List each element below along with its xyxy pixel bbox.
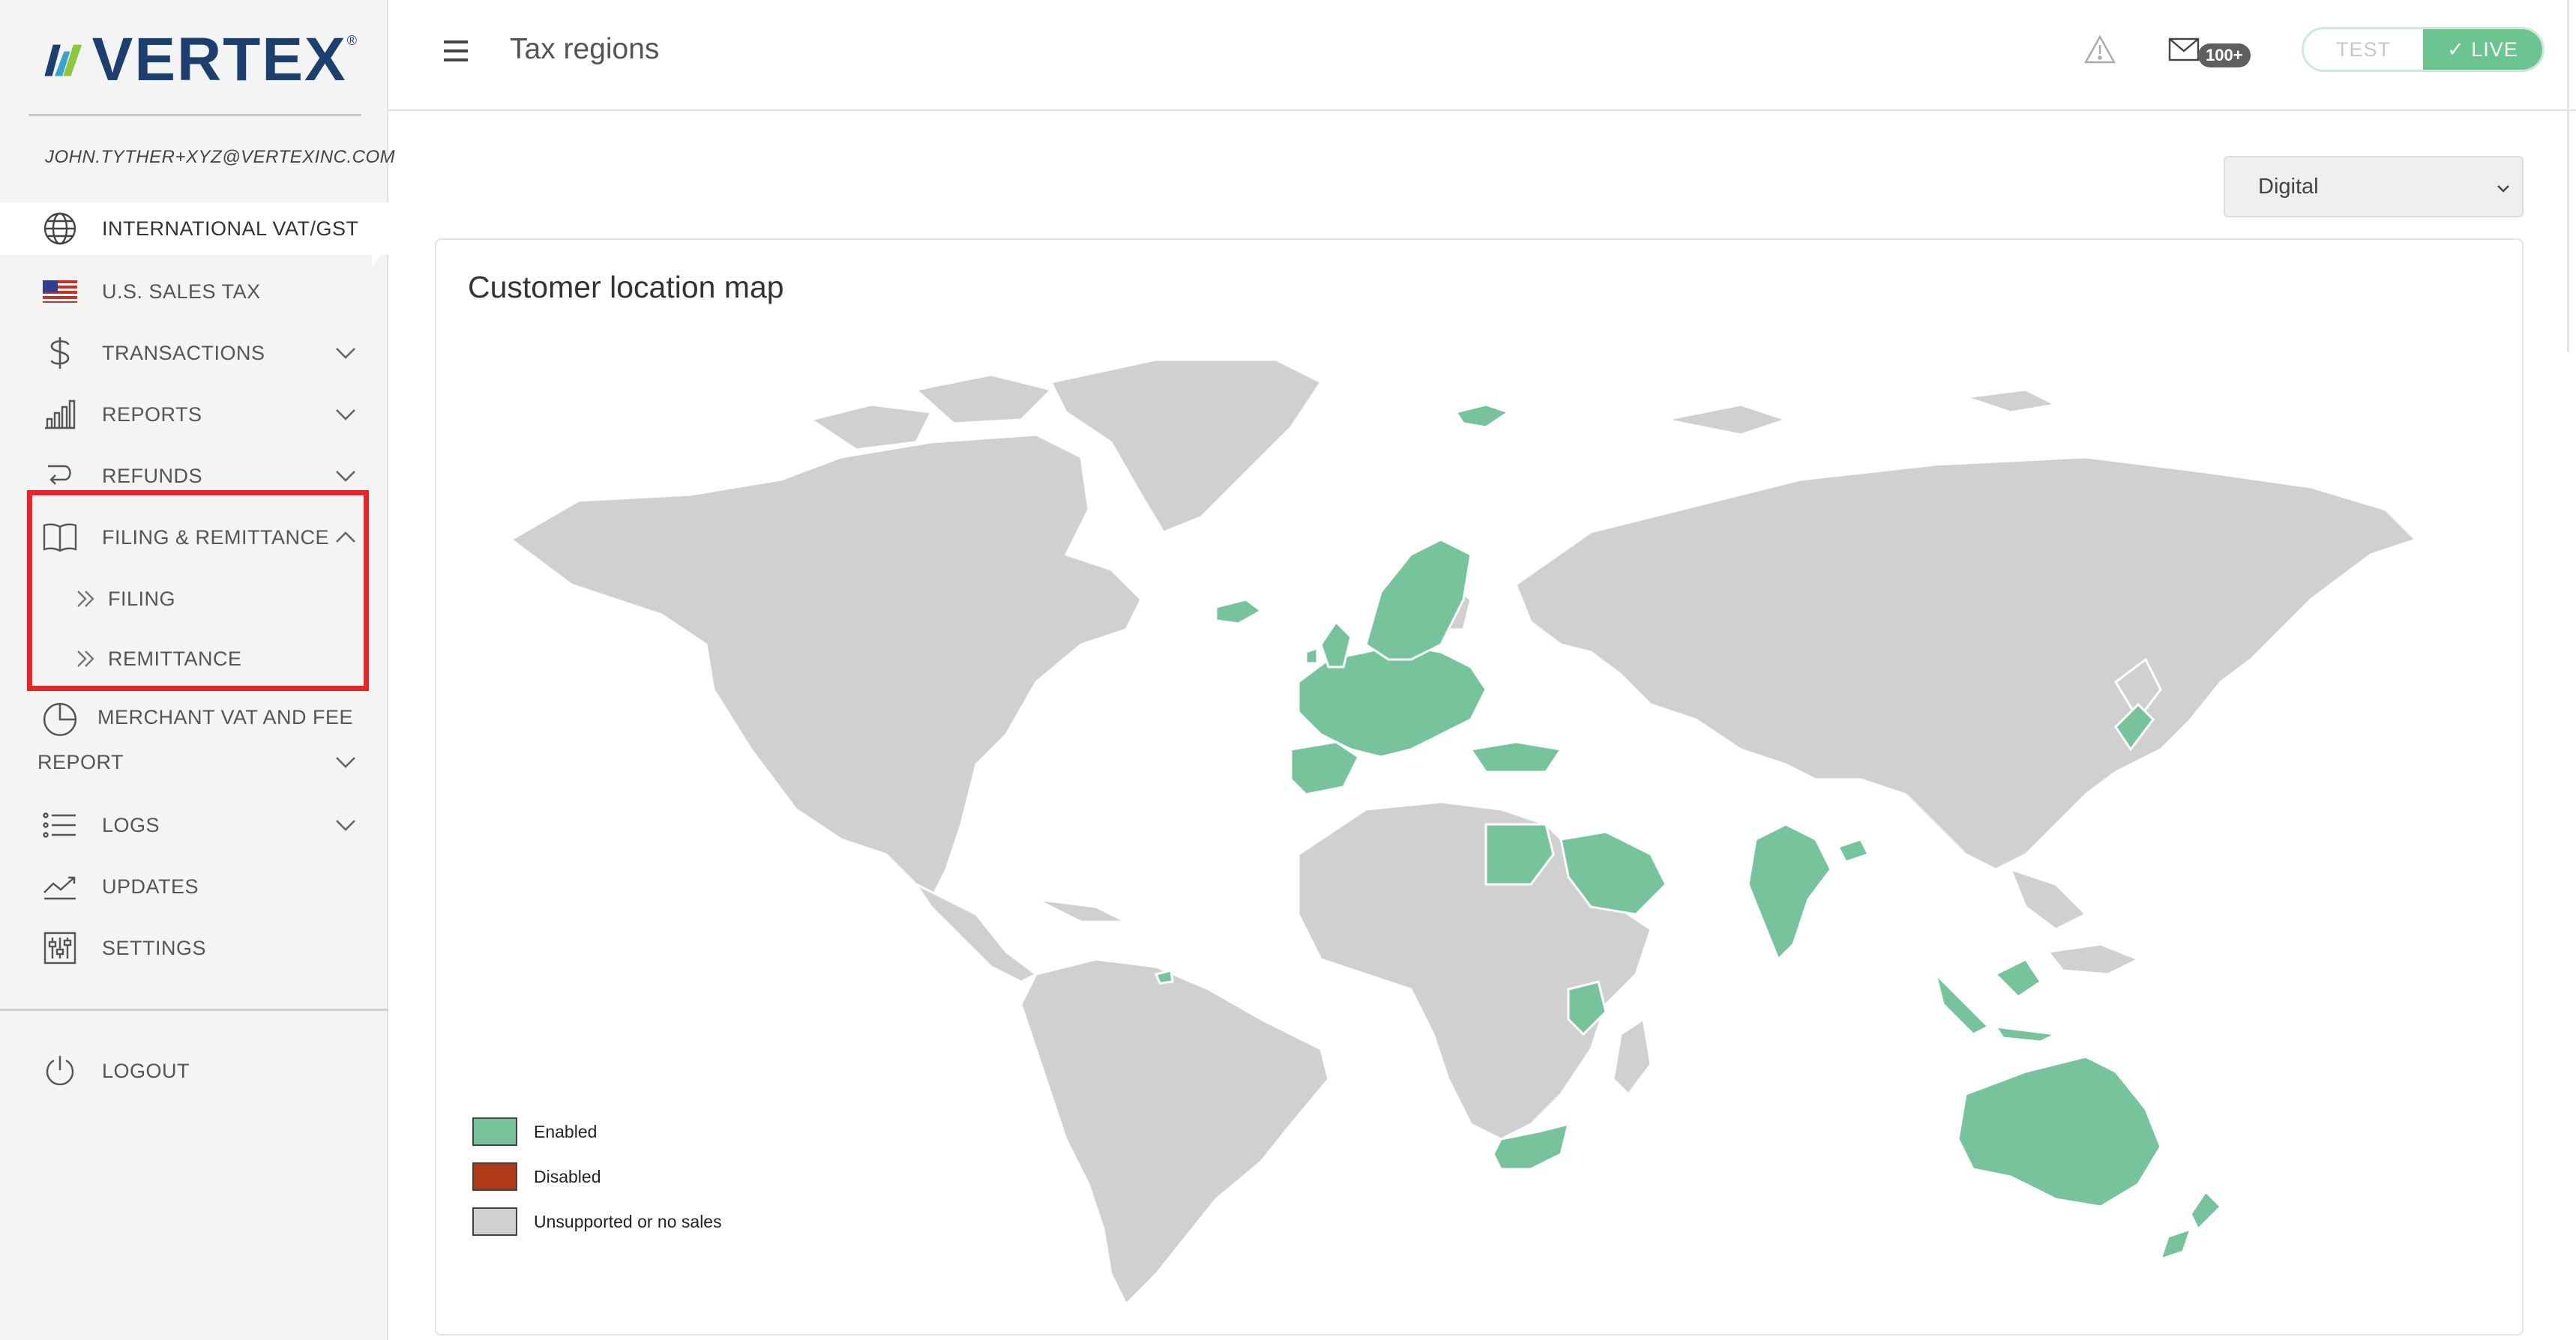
sidebar-item-merchant-vat-report[interactable]: MERCHANT VAT AND FEE REPORT: [0, 695, 388, 785]
env-live-button[interactable]: ✓ LIVE: [2423, 29, 2542, 70]
sidebar-subitem-label: FILING: [108, 587, 176, 610]
legend-swatch-disabled: [472, 1162, 517, 1191]
trend-up-icon: [42, 869, 78, 905]
south-america[interactable]: [1020, 958, 1330, 1304]
vertex-logo-mark-icon: [44, 44, 82, 76]
chevron-up-icon: [336, 531, 355, 543]
legend-item-unsupported: Unsupported or no sales: [472, 1205, 847, 1238]
sidebar-subitem-label: REMITTANCE: [108, 647, 242, 670]
customer-location-map-card: Customer location map Enabled Disabled U…: [435, 238, 2524, 1336]
sidebar-item-refunds[interactable]: REFUNDS: [0, 450, 388, 502]
double-chevron-right-icon: [77, 591, 94, 607]
globe-icon: [42, 211, 78, 247]
sidebar-item-updates[interactable]: UPDATES: [0, 860, 388, 913]
legend-swatch-unsupported: [472, 1207, 517, 1236]
sidebar-divider: [0, 1009, 388, 1011]
chevron-down-icon: [2497, 185, 2509, 193]
sidebar-item-international-vat[interactable]: INTERNATIONAL VAT/GST: [0, 202, 388, 255]
vertex-logo[interactable]: VERTEX ®: [42, 22, 357, 97]
logo-wordmark: VERTEX: [91, 25, 347, 94]
chevron-down-icon: [336, 820, 355, 831]
sidebar-item-label: INTERNATIONAL VAT/GST: [102, 217, 359, 240]
double-chevron-right-icon: [77, 651, 94, 667]
sidebar-item-settings[interactable]: SETTINGS: [0, 922, 388, 974]
sidebar-subitem-filing[interactable]: FILING: [0, 573, 388, 625]
sidebar-item-label: LOGS: [102, 813, 160, 836]
asia[interactable]: [1514, 456, 2418, 871]
sidebar-item-label: U.S. SALES TAX: [102, 280, 261, 303]
warning-icon[interactable]: [2084, 34, 2116, 64]
chevron-down-icon: [336, 348, 355, 359]
sidebar-item-label: UPDATES: [102, 875, 199, 898]
card-title: Customer location map: [468, 270, 784, 304]
sidebar-item-reports[interactable]: REPORTS: [0, 388, 388, 441]
sidebar-item-label: SETTINGS: [102, 936, 207, 959]
top-bar: Tax regions 100+ TEST ✓ LIVE: [388, 0, 2576, 111]
legend-item-enabled: Enabled: [472, 1115, 847, 1148]
pie-chart-icon: [43, 702, 77, 737]
sliders-icon: [42, 930, 78, 966]
select-value: Digital: [2258, 174, 2319, 199]
sidebar-item-transactions[interactable]: TRANSACTIONS: [0, 327, 388, 379]
sidebar-subitem-remittance[interactable]: REMITTANCE: [0, 633, 388, 685]
mail-count-badge: 100+: [2198, 43, 2251, 67]
chevron-down-icon: [336, 757, 355, 768]
india[interactable]: [1747, 823, 1832, 962]
app-root: VERTEX ® JOHN.TYTHER+XYZ@VERTEXINC.COM I…: [0, 0, 2576, 1340]
mail-icon[interactable]: [2168, 37, 2200, 61]
hamburger-menu-icon[interactable]: [441, 36, 471, 66]
sidebar-item-label: LOGOUT: [102, 1059, 190, 1082]
legend-item-disabled: Disabled: [472, 1160, 847, 1193]
chevron-down-icon: [336, 409, 355, 420]
sidebar-item-filing-remittance[interactable]: FILING & REMITTANCE: [0, 511, 388, 564]
greenland[interactable]: [1049, 358, 1323, 534]
list-icon: [42, 807, 78, 843]
page-title: Tax regions: [510, 33, 660, 65]
bar-chart-icon: [42, 396, 78, 432]
legend-label: Enabled: [534, 1121, 598, 1141]
power-icon: [42, 1053, 78, 1089]
sidebar-item-us-sales-tax[interactable]: U.S. SALES TAX: [0, 265, 388, 318]
sidebar-item-logout[interactable]: LOGOUT: [0, 1045, 388, 1097]
sidebar-item-label: FILING & REMITTANCE: [102, 525, 330, 549]
legend-label: Unsupported or no sales: [534, 1211, 722, 1231]
scandinavia[interactable]: [1364, 538, 1472, 661]
logo-registered-mark: ®: [346, 33, 357, 48]
legend-label: Disabled: [534, 1166, 601, 1186]
sidebar-item-label-continued: REPORT: [37, 751, 124, 773]
sidebar-item-label: REPORTS: [102, 402, 202, 426]
australia[interactable]: [1957, 1055, 2162, 1208]
iceland[interactable]: [1215, 598, 1263, 625]
book-icon: [42, 519, 78, 555]
chevron-down-icon: [336, 471, 355, 482]
active-item-pointer: [372, 213, 391, 267]
product-type-select[interactable]: Digital: [2224, 156, 2524, 217]
logo-divider: [28, 114, 361, 116]
sidebar-item-label: REFUNDS: [102, 464, 203, 487]
sidebar: VERTEX ® JOHN.TYTHER+XYZ@VERTEXINC.COM I…: [0, 0, 395, 1340]
sidebar-item-label: MERCHANT VAT AND FEE: [97, 706, 354, 728]
legend-swatch-enabled: [472, 1117, 517, 1146]
sidebar-item-label: TRANSACTIONS: [102, 341, 265, 364]
north-america[interactable]: [509, 433, 1143, 902]
dollar-icon: [42, 335, 78, 371]
sidebar-item-logs[interactable]: LOGS: [0, 799, 388, 851]
env-test-button[interactable]: TEST: [2304, 29, 2423, 70]
environment-toggle: TEST ✓ LIVE: [2302, 27, 2545, 72]
us-flag-icon: [42, 274, 78, 310]
refund-arrow-icon: [42, 458, 78, 494]
user-email: JOHN.TYTHER+XYZ@VERTEXINC.COM: [45, 147, 396, 167]
world-map[interactable]: [466, 330, 2491, 1304]
scrollbar[interactable]: [2567, 0, 2569, 352]
